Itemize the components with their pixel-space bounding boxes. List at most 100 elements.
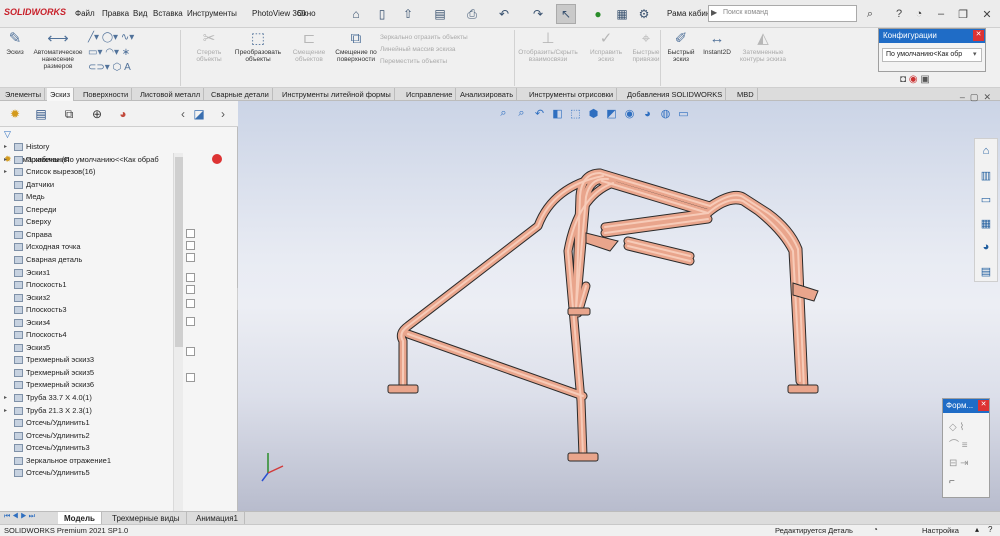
tree-scrollbar-thumb[interactable] xyxy=(175,157,183,347)
rebuild-traffic-light-icon[interactable]: ● xyxy=(588,4,608,24)
status-customize[interactable]: Настройка xyxy=(922,526,959,535)
tree-item[interactable]: ▸ History xyxy=(0,141,186,153)
chevron-down-icon[interactable]: ▾ xyxy=(973,50,977,58)
search-magnifier-icon[interactable]: ⌕ xyxy=(861,5,879,23)
bottom-tab-3[interactable]: Анимация1 xyxy=(190,512,246,524)
ribbon-button-offset-surface[interactable]: ⧉ Смещение по поверхности xyxy=(334,31,378,64)
ribbon-small-item[interactable]: Зеркально отразить объекты xyxy=(380,34,468,41)
panel-expand-icon[interactable]: › xyxy=(214,105,232,123)
feature-manager-tree-icon[interactable]: ✹ xyxy=(6,105,24,123)
help-icon[interactable]: ? xyxy=(890,5,908,23)
tree-item[interactable]: Отсечь/Удлинить3 xyxy=(0,442,186,454)
ribbon-button-shaded-contour[interactable]: ◭ Затемненные контуры эскиза xyxy=(736,31,790,64)
tree-item[interactable]: Зеркальное отражение1 xyxy=(0,455,186,467)
tree-item[interactable]: Плоскость1 xyxy=(0,279,186,291)
tree-item[interactable]: Эскиз2 xyxy=(0,292,186,304)
chevron-up-icon[interactable]: ▴ xyxy=(975,525,979,534)
bottom-tab-2[interactable]: Трехмерные виды xyxy=(106,512,187,524)
tree-item[interactable]: Датчики xyxy=(0,179,186,191)
tab-7[interactable]: Исправление xyxy=(403,88,457,101)
file-explorer-icon[interactable]: ▭ xyxy=(977,190,995,208)
circle-tool-icon[interactable]: ◯▾ xyxy=(102,32,118,43)
ribbon-button-snap[interactable]: ⌖ Быстрые привязки xyxy=(630,31,662,64)
tab-8[interactable]: Анализировать xyxy=(457,88,518,101)
tab-5[interactable]: Сварные детали xyxy=(208,88,273,101)
solidworks-logo[interactable]: SOLIDWORKS xyxy=(4,7,66,17)
filter-icon[interactable]: ▽ xyxy=(4,129,11,140)
tree-item[interactable]: ▸ Труба 21.3 X 2.3(1) xyxy=(0,405,186,417)
new-file-icon[interactable]: ▯ xyxy=(372,4,392,24)
ribbon-button-instant2d[interactable]: ↔ Instant2D xyxy=(700,31,734,57)
print-icon[interactable]: ⎙ xyxy=(462,4,482,24)
tree-item[interactable]: Отсечь/Удлинить1 xyxy=(0,417,186,429)
search-commands-input[interactable]: Поиск команд xyxy=(708,5,857,22)
form-tool-3-icon[interactable]: ⌒ xyxy=(949,440,959,451)
form-close-icon[interactable]: ✕ xyxy=(978,400,989,411)
menu-item-7[interactable]: Окно xyxy=(297,9,316,18)
ribbon-button-trim[interactable]: ✂ Стереть объекты xyxy=(188,31,230,64)
tree-item[interactable]: Медь xyxy=(0,191,186,203)
tab-6[interactable]: Инструменты литейной формы xyxy=(279,88,395,101)
camera-icon[interactable]: ◘ xyxy=(900,74,906,85)
menu-item-3[interactable]: Вид xyxy=(133,9,147,18)
tree-item[interactable]: Отсечь/Удлинить2 xyxy=(0,430,186,442)
cabin-frame-model[interactable] xyxy=(238,101,1000,511)
rebuild-status-icon[interactable]: ◔ xyxy=(873,525,878,534)
tab-3[interactable]: Поверхности xyxy=(80,88,133,101)
tab-1[interactable]: Элементы xyxy=(2,88,45,101)
tree-item[interactable]: Трехмерный эскиз6 xyxy=(0,379,186,391)
form-tool-1-icon[interactable]: ◇ xyxy=(949,422,957,433)
tree-item[interactable]: ▸ Труба 33.7 X 4.0(1) xyxy=(0,392,186,404)
menu-item-4[interactable]: Вставка xyxy=(153,9,183,18)
config-close-icon[interactable]: ✕ xyxy=(973,30,984,41)
slot-tool-icon[interactable]: ⊂⊃▾ xyxy=(88,62,110,73)
display-manager-icon[interactable]: ◕ xyxy=(114,105,132,123)
close-window-icon[interactable]: ✕ xyxy=(978,5,996,23)
tree-item[interactable]: Трехмерный эскиз5 xyxy=(0,367,186,379)
ribbon-button-rapid-sketch[interactable]: ✐ Быстрый эскиз xyxy=(664,31,698,64)
tab-9[interactable]: Инструменты отрисовки xyxy=(526,88,618,101)
form-tool-7-icon[interactable]: ⌐ xyxy=(949,476,955,487)
menu-item-1[interactable]: Файл xyxy=(75,9,95,18)
restore-window-icon[interactable]: ❐ xyxy=(954,5,972,23)
tab-11[interactable]: MBD xyxy=(734,88,758,101)
tree-item[interactable]: Отсечь/Удлинить5 xyxy=(0,467,186,479)
help-status-icon[interactable]: ? xyxy=(988,525,992,534)
open-file-icon[interactable]: ⇧ xyxy=(398,4,418,24)
dimxpert-manager-icon[interactable]: ⊕ xyxy=(88,105,106,123)
ribbon-button-relations[interactable]: ⊥ Отобразить/Скрыть взаимосвязи xyxy=(516,31,580,64)
save-icon[interactable]: ▤ xyxy=(430,4,450,24)
ribbon-button-repair-sketch[interactable]: ✓ Исправить эскиз xyxy=(584,31,628,64)
tree-item[interactable]: Трехмерный эскиз3 xyxy=(0,354,186,366)
solidworks-resources-icon[interactable]: ⌂ xyxy=(977,142,995,160)
config-edit-icon[interactable]: ▣ xyxy=(920,74,929,85)
next-tab-icon[interactable]: ▶ xyxy=(20,513,26,520)
ribbon-button-sketch[interactable]: ✎ Эскиз xyxy=(2,31,28,57)
expand-arrow-icon[interactable]: ▸ xyxy=(4,154,7,166)
arc-tool-icon[interactable]: ◠▾ xyxy=(105,47,119,58)
tree-item[interactable]: Эскиз5 xyxy=(0,342,186,354)
tree-item[interactable]: ▸ Примечания xyxy=(0,154,186,166)
tab-2[interactable]: Эскиз xyxy=(47,88,75,101)
configuration-manager-icon[interactable]: ⧉ xyxy=(60,105,78,123)
property-manager-icon[interactable]: ▤ xyxy=(32,105,50,123)
tree-item[interactable]: ▸ Список вырезов(16) xyxy=(0,166,186,178)
custom-properties-icon[interactable]: ▤ xyxy=(977,262,995,280)
file-properties-icon[interactable]: ▦ xyxy=(612,4,632,24)
ribbon-small-item[interactable]: Линейный массив эскиза xyxy=(380,46,456,53)
menu-item-2[interactable]: Правка xyxy=(102,9,129,18)
form-tool-6-icon[interactable]: ⇥ xyxy=(960,458,968,469)
form-tool-2-icon[interactable]: ⌇ xyxy=(959,422,964,433)
tree-scrollbar[interactable] xyxy=(173,153,183,513)
tab-4[interactable]: Листовой металл xyxy=(137,88,205,101)
home-icon[interactable]: ⌂ xyxy=(346,4,366,24)
user-icon[interactable]: ◔ xyxy=(910,5,928,23)
tree-item[interactable]: Справа xyxy=(0,229,186,241)
tree-item[interactable]: Сверху xyxy=(0,216,186,228)
select-pointer-icon[interactable]: ↖ xyxy=(556,4,576,24)
form-tool-5-icon[interactable]: ⊟ xyxy=(949,458,957,469)
tree-item[interactable]: Исходная точка xyxy=(0,241,186,253)
ribbon-small-item[interactable]: Переместить объекты xyxy=(380,58,447,65)
undo-icon[interactable]: ↶ xyxy=(494,4,514,24)
design-library-icon[interactable]: ▥ xyxy=(977,166,995,184)
